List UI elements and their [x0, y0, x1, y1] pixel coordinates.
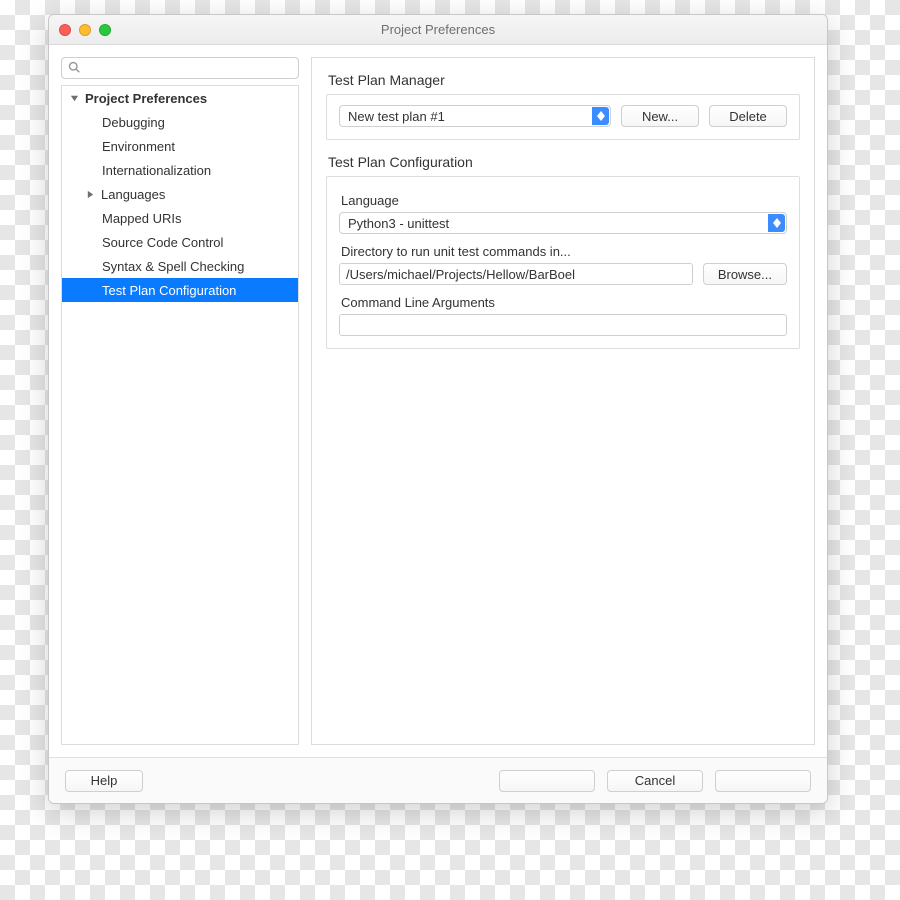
- window-title: Project Preferences: [49, 22, 827, 37]
- content-pane: Test Plan Manager New test plan #1 New..…: [311, 57, 815, 745]
- tree-item-internationalization[interactable]: Internationalization: [62, 158, 298, 182]
- test-plan-select[interactable]: New test plan #1: [339, 105, 611, 127]
- titlebar: Project Preferences: [49, 15, 827, 45]
- tree-item-source-code-control[interactable]: Source Code Control: [62, 230, 298, 254]
- search-field[interactable]: [61, 57, 299, 79]
- language-select-value: Python3 - unittest: [348, 216, 449, 231]
- section-title-config: Test Plan Configuration: [328, 154, 800, 170]
- tree-root-label: Project Preferences: [85, 91, 207, 106]
- section-title-manager: Test Plan Manager: [328, 72, 800, 88]
- language-select[interactable]: Python3 - unittest: [339, 212, 787, 234]
- test-plan-select-value: New test plan #1: [348, 109, 445, 124]
- directory-label: Directory to run unit test commands in..…: [341, 244, 787, 259]
- cancel-button[interactable]: Cancel: [607, 770, 703, 792]
- tree-item-syntax-spell[interactable]: Syntax & Spell Checking: [62, 254, 298, 278]
- disclosure-triangle-icon[interactable]: [70, 94, 79, 103]
- browse-button[interactable]: Browse...: [703, 263, 787, 285]
- tree-root[interactable]: Project Preferences: [62, 86, 298, 110]
- updown-icon: [768, 214, 785, 232]
- updown-icon: [592, 107, 609, 125]
- args-label: Command Line Arguments: [341, 295, 787, 310]
- directory-field[interactable]: /Users/michael/Projects/Hellow/BarBoel: [339, 263, 693, 285]
- tree-item-debugging[interactable]: Debugging: [62, 110, 298, 134]
- preferences-window: Project Preferences Project Preferences …: [48, 14, 828, 804]
- ok-button[interactable]: [715, 770, 811, 792]
- test-plan-manager-group: New test plan #1 New... Delete: [326, 94, 800, 140]
- tree-item-test-plan-config[interactable]: Test Plan Configuration: [62, 278, 298, 302]
- footer-button-1[interactable]: [499, 770, 595, 792]
- preferences-tree[interactable]: Project Preferences Debugging Environmen…: [61, 85, 299, 745]
- disclosure-triangle-icon[interactable]: [86, 190, 95, 199]
- args-field[interactable]: [339, 314, 787, 336]
- window-body: Project Preferences Debugging Environmen…: [49, 45, 827, 757]
- language-label: Language: [341, 193, 787, 208]
- sidebar: Project Preferences Debugging Environmen…: [61, 57, 299, 745]
- directory-value: /Users/michael/Projects/Hellow/BarBoel: [346, 267, 575, 282]
- search-icon: [68, 61, 80, 76]
- new-plan-button[interactable]: New...: [621, 105, 699, 127]
- tree-item-languages[interactable]: Languages: [62, 182, 298, 206]
- delete-plan-button[interactable]: Delete: [709, 105, 787, 127]
- help-button[interactable]: Help: [65, 770, 143, 792]
- test-plan-config-group: Language Python3 - unittest Directory to…: [326, 176, 800, 349]
- search-input[interactable]: [86, 61, 292, 76]
- tree-item-environment[interactable]: Environment: [62, 134, 298, 158]
- tree-item-mapped-uris[interactable]: Mapped URIs: [62, 206, 298, 230]
- footer: Help Cancel: [49, 757, 827, 803]
